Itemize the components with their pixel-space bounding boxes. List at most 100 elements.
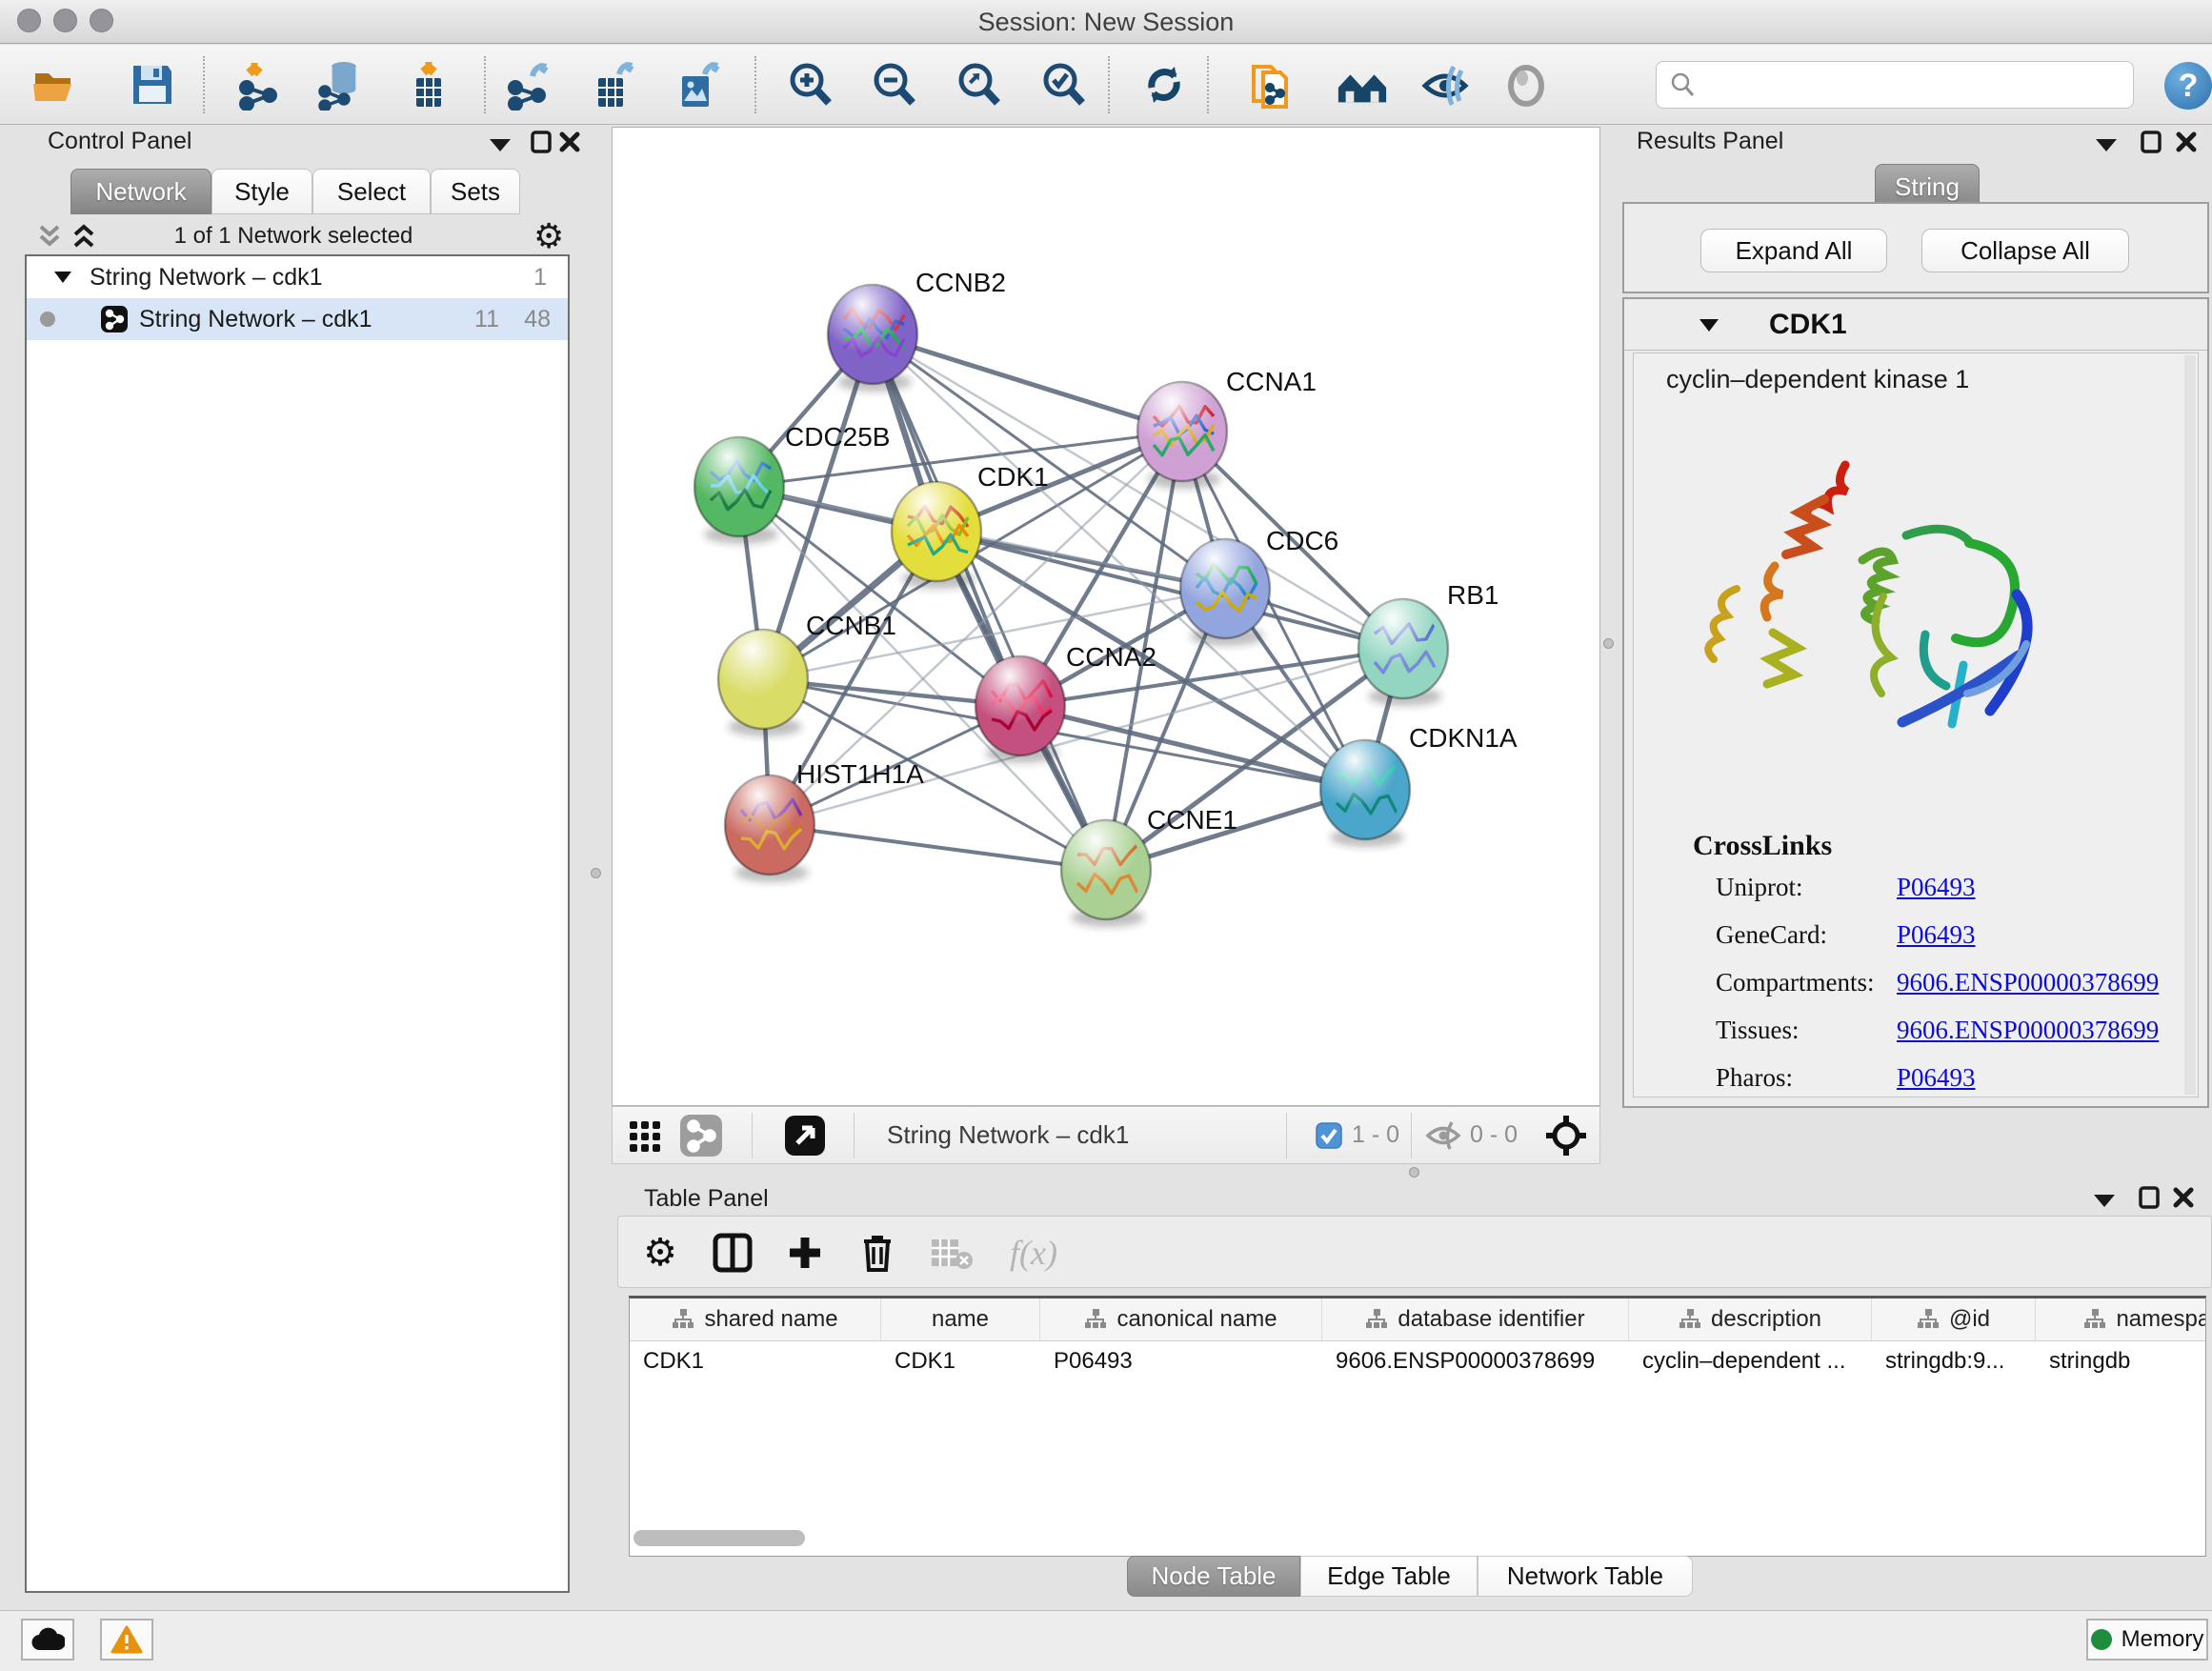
edge-CCNB2-CCNE1[interactable] (873, 334, 1106, 870)
column-header-canonical-name[interactable]: canonical name (1040, 1299, 1322, 1340)
left-splitter-handle[interactable] (591, 868, 601, 878)
node-RB1[interactable]: RB1 (1358, 580, 1498, 706)
tab-edge-table[interactable]: Edge Table (1300, 1556, 1478, 1597)
protein-name: CDK1 (1769, 309, 1847, 341)
zoom-selected-button[interactable] (1036, 58, 1090, 111)
select-columns-button[interactable] (706, 1226, 759, 1279)
tab-network-table[interactable]: Network Table (1478, 1556, 1693, 1597)
node-label: CCNB1 (806, 611, 896, 640)
tab-select[interactable]: Select (312, 169, 431, 214)
table-row[interactable]: CDK1CDK1P064939606.ENSP00000378699cyclin… (630, 1341, 2205, 1381)
zoom-in-button[interactable] (783, 58, 836, 111)
collapse-section-icon[interactable] (1699, 318, 1719, 332)
crosslink-row: Tissues:9606.ENSP00000378699 (1716, 1016, 2169, 1045)
help-button[interactable]: ? (2164, 62, 2212, 110)
export-image-button[interactable] (672, 58, 725, 111)
hide-eye-button[interactable] (1418, 58, 1472, 111)
collapse-all-button[interactable]: Collapse All (1921, 229, 2129, 272)
close-panel-icon[interactable] (558, 130, 581, 154)
import-table-button[interactable] (402, 58, 455, 111)
table-horizontal-scrollbar[interactable] (633, 1530, 805, 1546)
float-panel-icon[interactable] (2140, 130, 2162, 154)
node-CCNB2[interactable]: CCNB2 (828, 268, 1006, 392)
hidden-eye-icon[interactable] (1424, 1107, 1462, 1163)
column-header-name[interactable]: name (881, 1299, 1040, 1340)
column-header-@id[interactable]: @id (1872, 1299, 2036, 1340)
expanded-arrow-icon[interactable] (53, 271, 72, 284)
collapse-panel-icon[interactable] (2094, 137, 2119, 152)
memory-button[interactable]: Memory (2086, 1619, 2208, 1661)
edge-HIST1H1A-CCNE1[interactable] (770, 825, 1106, 870)
import-network-database-button[interactable] (314, 58, 368, 111)
tab-style[interactable]: Style (211, 169, 312, 214)
warning-status-button[interactable] (100, 1619, 153, 1661)
share-document-button[interactable] (1245, 58, 1298, 111)
float-panel-icon[interactable] (2138, 1185, 2161, 1210)
node-CDKN1A[interactable]: CDKN1A (1320, 723, 1518, 847)
view-toolbar-separator (1411, 1113, 1412, 1158)
column-tree-icon (2083, 1308, 2106, 1331)
network-view-canvas[interactable]: CCNB2CCNA1CDC25BCDK1CDC6RB1CCNB1CCNA2CDK… (612, 127, 1600, 1106)
import-network-button[interactable] (232, 58, 286, 111)
zoom-out-button[interactable] (867, 58, 920, 111)
node-CDC25B[interactable]: CDC25B (694, 422, 890, 544)
expand-all-button[interactable]: Expand All (1700, 229, 1887, 272)
table-settings-gear-icon[interactable]: ⚙ (633, 1226, 687, 1279)
crosslink-link[interactable]: 9606.ENSP00000378699 (1897, 1016, 2159, 1045)
save-session-button[interactable] (126, 58, 179, 111)
network-options-gear-icon[interactable]: ⚙ (533, 217, 564, 256)
zoom-fit-button[interactable] (952, 58, 1005, 111)
column-tree-icon (1679, 1308, 1701, 1331)
export-network-button[interactable] (503, 58, 556, 111)
collapse-panel-icon[interactable] (2092, 1193, 2117, 1208)
crosslink-label: GeneCard: (1716, 920, 1897, 950)
application-window: Session: New Session (0, 0, 2212, 1671)
table-body: CDK1CDK1P064939606.ENSP00000378699cyclin… (630, 1341, 2205, 1381)
selected-checkbox-icon[interactable] (1316, 1107, 1342, 1163)
network-mode-button[interactable] (679, 1107, 723, 1163)
add-column-button[interactable] (778, 1226, 832, 1279)
network-collection-row[interactable]: String Network – cdk1 1 (27, 256, 568, 298)
grid-mode-button[interactable] (628, 1107, 664, 1163)
edge-CCNB2-CCNA1[interactable] (873, 334, 1182, 432)
right-splitter-handle[interactable] (1603, 638, 1614, 649)
table-cell: stringdb (2036, 1341, 2206, 1381)
birdseye-view-button[interactable] (784, 1107, 826, 1163)
share-document-icon (1246, 59, 1297, 111)
column-header-database-identifier[interactable]: database identifier (1322, 1299, 1629, 1340)
column-header-namespace[interactable]: namespace (2036, 1299, 2206, 1340)
float-panel-icon[interactable] (530, 130, 553, 154)
delete-column-button[interactable] (851, 1226, 904, 1279)
results-scrollbar[interactable] (2184, 355, 2196, 1095)
export-table-button[interactable] (588, 58, 641, 111)
crosslink-link[interactable]: P06493 (1897, 873, 1976, 902)
node-HIST1H1A[interactable]: HIST1H1A (725, 759, 924, 882)
crosslink-link[interactable]: 9606.ENSP00000378699 (1897, 968, 2159, 997)
show-eye-button[interactable] (1499, 58, 1553, 111)
node-CCNB1[interactable]: CCNB1 (718, 611, 896, 736)
node-CCNE1[interactable]: CCNE1 (1061, 805, 1237, 927)
tab-node-table[interactable]: Node Table (1127, 1556, 1300, 1597)
fit-selected-crosshair-button[interactable] (1544, 1107, 1588, 1163)
crosslink-link[interactable]: P06493 (1897, 1063, 1976, 1093)
network-row-selected[interactable]: String Network – cdk1 11 48 (27, 298, 568, 340)
zoom-selected-icon (1037, 59, 1089, 111)
collapse-panel-icon[interactable] (488, 137, 513, 152)
crosslinks-title: CrossLinks (1693, 830, 1832, 862)
column-header-description[interactable]: description (1629, 1299, 1872, 1340)
column-header-shared-name[interactable]: shared name (630, 1299, 881, 1340)
refresh-button[interactable] (1137, 58, 1191, 111)
search-input[interactable] (1704, 66, 2133, 104)
close-panel-icon[interactable] (2175, 130, 2198, 154)
string-network-icon (101, 306, 128, 332)
tab-network[interactable]: Network (70, 169, 211, 214)
cloud-status-button[interactable] (21, 1619, 74, 1661)
crosslink-link[interactable]: P06493 (1897, 920, 1976, 950)
node-CCNA1[interactable]: CCNA1 (1137, 367, 1317, 489)
close-panel-icon[interactable] (2172, 1185, 2195, 1210)
horizontal-splitter-handle[interactable] (1409, 1167, 1419, 1178)
open-session-button[interactable] (28, 58, 81, 111)
tab-sets[interactable]: Sets (431, 169, 520, 214)
home-button[interactable] (1336, 58, 1389, 111)
network-selection-status: 1 of 1 Network selected (8, 223, 579, 250)
